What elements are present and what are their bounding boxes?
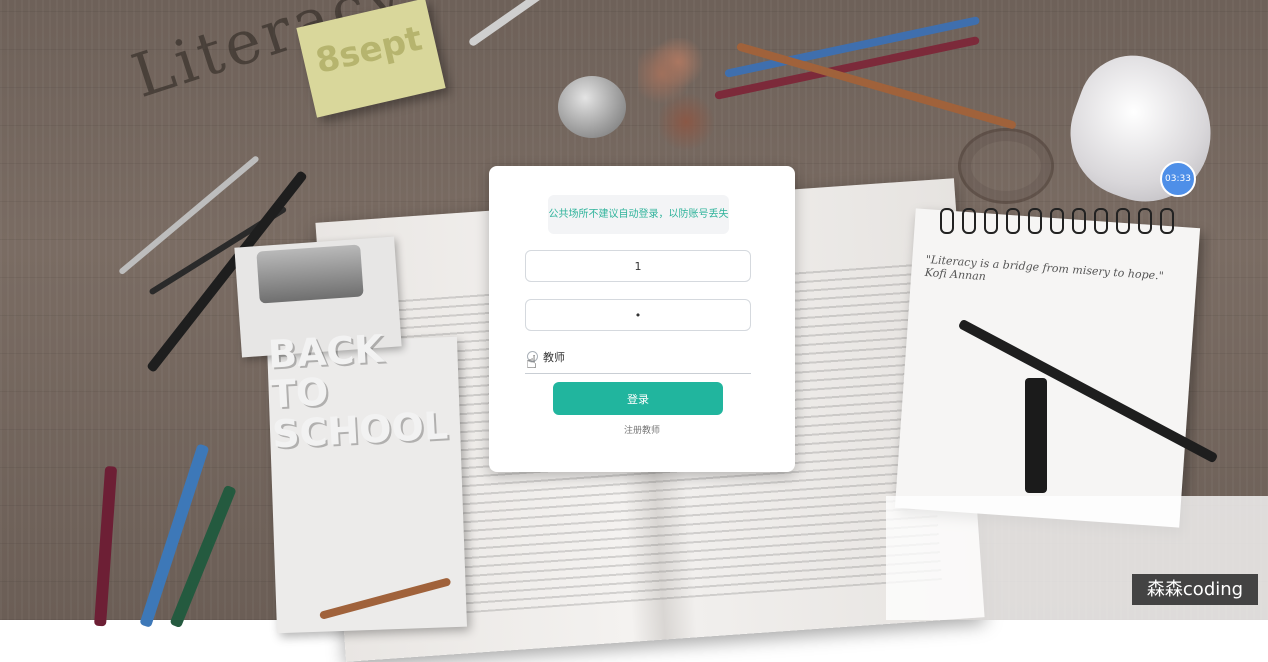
username-input[interactable] [525,250,751,282]
password-input[interactable] [525,299,751,331]
wood-knot [958,128,1054,204]
security-notice: 公共场所不建议自动登录，以防账号丢失 [548,195,729,234]
spiral-ring [1094,208,1108,234]
timer-badge[interactable]: 03:33 [1160,161,1196,197]
sticky-note-text: 8sept [312,18,426,82]
watermark-label: 森森coding [1132,574,1258,605]
spiral-ring [1116,208,1130,234]
spiral-ring [1006,208,1020,234]
pencil-shavings [638,38,718,158]
spiral-ring [984,208,998,234]
spiral-ring [1072,208,1086,234]
spiral-ring [1028,208,1042,234]
spiral-ring [1160,208,1174,234]
spiral-ring [940,208,954,234]
register-teacher-link[interactable]: 注册教师 [489,423,795,436]
role-label: 教师 [543,351,565,364]
spiral-ring [962,208,976,234]
spiral-ring [1050,208,1064,234]
spiral-ring [1138,208,1152,234]
login-card: 公共场所不建议自动登录，以防账号丢失 教师 ☝ 登录 注册教师 [489,166,795,472]
role-selector[interactable]: 教师 [525,345,751,374]
school-text-line-3: SCHOOL [271,403,450,457]
pencil-sharpener [558,76,626,138]
hand-cursor-icon: ☝ [526,352,537,373]
pen-cap [1025,378,1047,493]
back-to-school-text: BACK TO SCHOOL [267,325,450,457]
binder-clip [256,244,364,304]
login-button[interactable]: 登录 [553,382,723,415]
